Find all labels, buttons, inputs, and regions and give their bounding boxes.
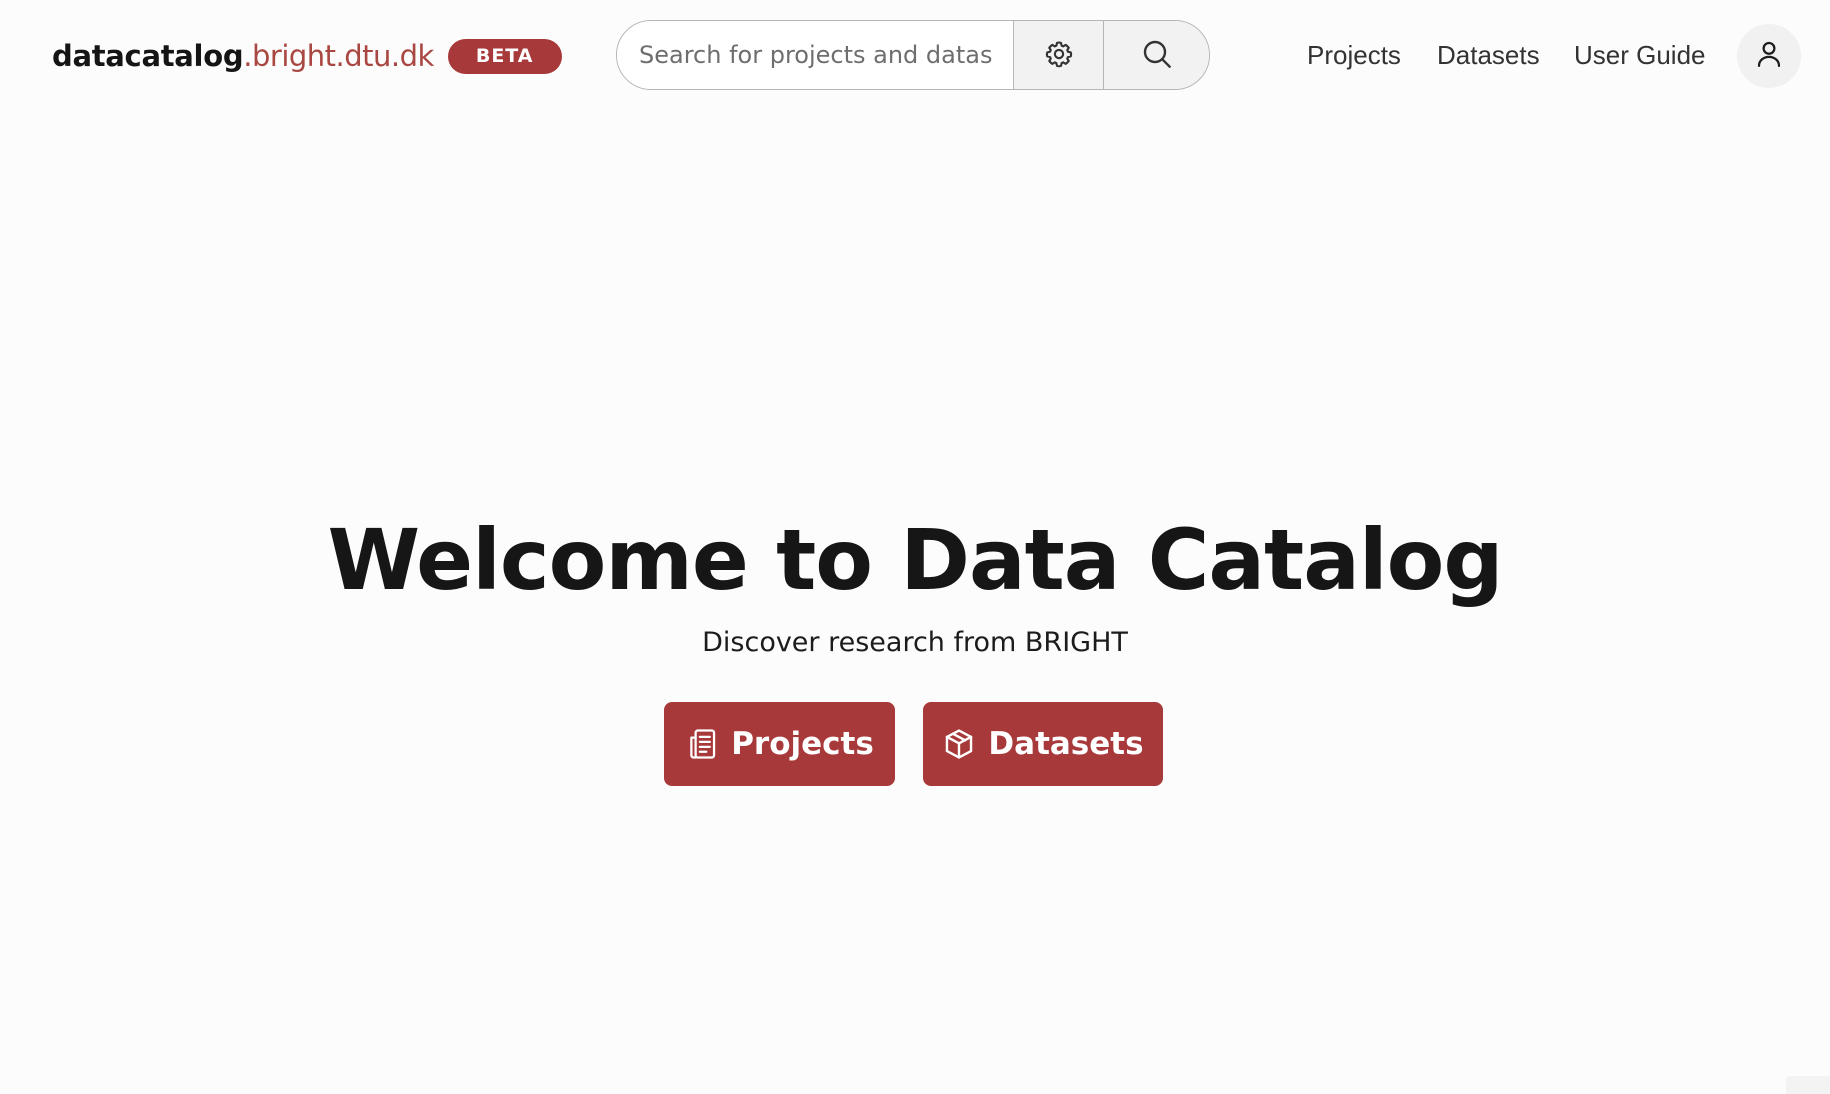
search-submit-button[interactable] <box>1103 21 1209 89</box>
corner-widget <box>1786 1076 1830 1094</box>
page-title: Welcome to Data Catalog <box>327 511 1503 609</box>
projects-button[interactable]: Projects <box>664 702 895 786</box>
nav-link-user-guide[interactable]: User Guide <box>1574 34 1706 76</box>
brand-domain: .bright.dtu.dk <box>243 39 434 73</box>
page-subtitle: Discover research from BRIGHT <box>702 627 1128 658</box>
document-stack-icon <box>685 727 719 761</box>
hero-section: Welcome to Data Catalog Discover researc… <box>0 505 1830 661</box>
datasets-button-label: Datasets <box>988 726 1144 762</box>
package-icon <box>942 727 976 761</box>
nav-link-datasets[interactable]: Datasets <box>1437 34 1540 76</box>
nav-link-projects[interactable]: Projects <box>1307 34 1401 76</box>
beta-badge: BETA <box>447 38 562 74</box>
projects-button-label: Projects <box>731 726 874 762</box>
user-icon <box>1754 39 1784 73</box>
top-header: datacatalog .bright.dtu.dk BETA Projects… <box>0 0 1830 112</box>
search-bar <box>616 20 1210 90</box>
datasets-button[interactable]: Datasets <box>923 702 1163 786</box>
user-account-button[interactable] <box>1737 24 1801 88</box>
brand-name: datacatalog <box>52 39 244 73</box>
search-settings-button[interactable] <box>1013 21 1103 89</box>
search-input[interactable] <box>617 21 1013 89</box>
search-icon <box>1141 38 1173 73</box>
brand-logo[interactable]: datacatalog .bright.dtu.dk BETA <box>52 34 562 78</box>
gear-icon <box>1044 39 1074 72</box>
